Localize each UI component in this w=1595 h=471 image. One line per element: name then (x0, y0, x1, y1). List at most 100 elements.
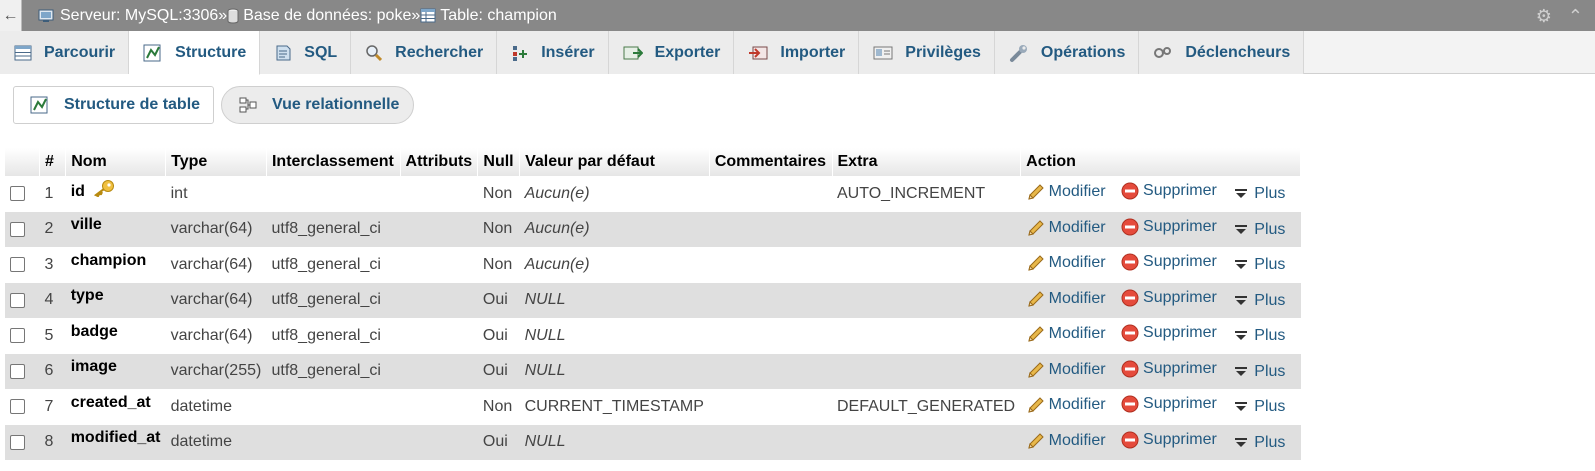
caret-down-icon (1231, 187, 1251, 201)
breadcrumb-server[interactable]: Serveur: MySQL:3306 (38, 7, 218, 25)
tab-structure[interactable]: Structure (129, 31, 261, 75)
modify-link[interactable]: Modifier (1026, 254, 1106, 272)
more-dropdown[interactable]: Plus (1231, 256, 1285, 274)
collapse-icon[interactable]: ⌃ (1568, 6, 1583, 27)
row-checkbox[interactable] (10, 292, 25, 308)
gear-icon[interactable]: ⚙ (1536, 6, 1552, 27)
tab-privileges[interactable]: Privilèges (859, 31, 995, 74)
row-checkbox[interactable] (10, 257, 25, 273)
row-name-cell: ville (65, 211, 166, 247)
column-name: modified_at (70, 429, 161, 447)
delete-link[interactable]: Supprimer (1120, 359, 1217, 379)
tab-exporter[interactable]: Exporter (608, 31, 735, 74)
header-cell[interactable]: # (39, 148, 67, 176)
more-dropdown[interactable]: Plus (1231, 363, 1285, 381)
column-name: image (70, 358, 117, 376)
caret-down-icon (1231, 223, 1251, 237)
more-label: Plus (1254, 362, 1286, 380)
table-row: 2 ville varchar(64) utf8_general_ci Non … (5, 211, 1301, 247)
main-tabs: Parcourir Structure SQL Rechercher Insér… (0, 31, 1595, 75)
table-structure-button[interactable]: Structure de table (13, 86, 214, 124)
tab-declencheurs[interactable]: Déclencheurs (1139, 31, 1305, 74)
row-number: 3 (44, 255, 54, 273)
row-checkbox[interactable] (10, 328, 25, 344)
modify-label: Modifier (1048, 289, 1106, 307)
delete-label: Supprimer (1143, 395, 1217, 413)
breadcrumb-bar: ← Serveur: MySQL:3306 » Base de données:… (0, 0, 1595, 31)
delete-icon (1120, 181, 1140, 201)
row-default: NULL (519, 282, 710, 318)
more-dropdown[interactable]: Plus (1231, 398, 1285, 416)
column-name: id (70, 183, 85, 201)
caret-down-icon (1231, 400, 1251, 414)
row-null: Oui (477, 353, 520, 389)
header-cell[interactable]: Commentaires (709, 148, 833, 176)
delete-label: Supprimer (1143, 430, 1217, 448)
more-dropdown[interactable]: Plus (1231, 327, 1285, 345)
header-cell[interactable]: Valeur par défaut (519, 148, 710, 176)
tab-label: Privilèges (905, 43, 981, 61)
row-default: NULL (524, 326, 566, 344)
header-cell[interactable]: Nom (65, 148, 167, 176)
database-icon (227, 8, 239, 24)
row-collation (266, 176, 400, 212)
delete-link[interactable]: Supprimer (1120, 430, 1217, 450)
more-dropdown[interactable]: Plus (1231, 434, 1285, 452)
modify-label: Modifier (1048, 183, 1106, 201)
row-null: Non (482, 255, 513, 273)
tab-operations[interactable]: Opérations (994, 31, 1140, 74)
row-attributes (400, 389, 478, 425)
header-cell[interactable]: Extra (832, 148, 1022, 176)
tab-sql[interactable]: SQL (260, 31, 352, 74)
breadcrumb-table[interactable]: Table: champion (420, 7, 557, 25)
row-attributes (400, 176, 478, 212)
delete-link[interactable]: Supprimer (1120, 217, 1217, 237)
row-name-cell: image (65, 353, 166, 389)
header-cell[interactable]: Attributs (400, 148, 479, 176)
row-collation: utf8_general_ci (271, 326, 381, 344)
tab-label: Structure (175, 43, 247, 61)
row-comments (709, 282, 832, 318)
breadcrumb-server-label: Serveur: MySQL:3306 (60, 6, 219, 24)
modify-link[interactable]: Modifier (1026, 432, 1106, 450)
delete-label: Supprimer (1143, 182, 1217, 200)
row-checkbox-cell (5, 318, 39, 354)
modify-link[interactable]: Modifier (1026, 290, 1106, 308)
row-checkbox[interactable] (10, 434, 25, 450)
row-checkbox[interactable] (10, 399, 25, 415)
modify-link[interactable]: Modifier (1026, 396, 1106, 414)
delete-link[interactable]: Supprimer (1120, 181, 1217, 201)
delete-link[interactable]: Supprimer (1120, 252, 1217, 272)
tab-importer[interactable]: Importer (734, 31, 860, 74)
relational-view-button[interactable]: Vue relationnelle (221, 86, 414, 124)
delete-link[interactable]: Supprimer (1120, 323, 1217, 343)
back-arrow-icon[interactable]: ← (0, 0, 22, 31)
tab-inserer[interactable]: Insérer (497, 31, 609, 74)
more-dropdown[interactable]: Plus (1231, 292, 1285, 310)
header-cell[interactable]: Type (165, 148, 267, 176)
modify-link[interactable]: Modifier (1026, 219, 1106, 237)
header-cell[interactable]: Interclassement (266, 148, 401, 176)
more-dropdown[interactable]: Plus (1231, 185, 1285, 203)
tab-rechercher[interactable]: Rechercher (351, 31, 498, 74)
modify-link[interactable]: Modifier (1026, 361, 1106, 379)
row-attributes (400, 211, 478, 247)
delete-link[interactable]: Supprimer (1120, 288, 1217, 308)
header-cell[interactable]: Null (477, 148, 521, 176)
modify-link[interactable]: Modifier (1026, 183, 1106, 201)
triggers-icon (1153, 45, 1173, 61)
breadcrumb-database[interactable]: Base de données: poke (227, 7, 411, 25)
row-checkbox[interactable] (10, 221, 25, 237)
row-checkbox[interactable] (10, 186, 25, 202)
more-dropdown[interactable]: Plus (1231, 221, 1285, 239)
pencil-icon (1026, 254, 1046, 272)
table-header-row: # Nom Type Interclassement Attributs Nul… (5, 148, 1301, 176)
modify-link[interactable]: Modifier (1026, 325, 1106, 343)
row-checkbox[interactable] (10, 363, 25, 379)
delete-link[interactable]: Supprimer (1120, 394, 1217, 414)
row-actions: Modifier Supprimer Plus (1021, 176, 1301, 212)
tab-parcourir[interactable]: Parcourir (0, 31, 130, 74)
row-comments (709, 211, 832, 247)
row-comments (709, 424, 832, 460)
row-type: varchar(255) (165, 353, 267, 389)
